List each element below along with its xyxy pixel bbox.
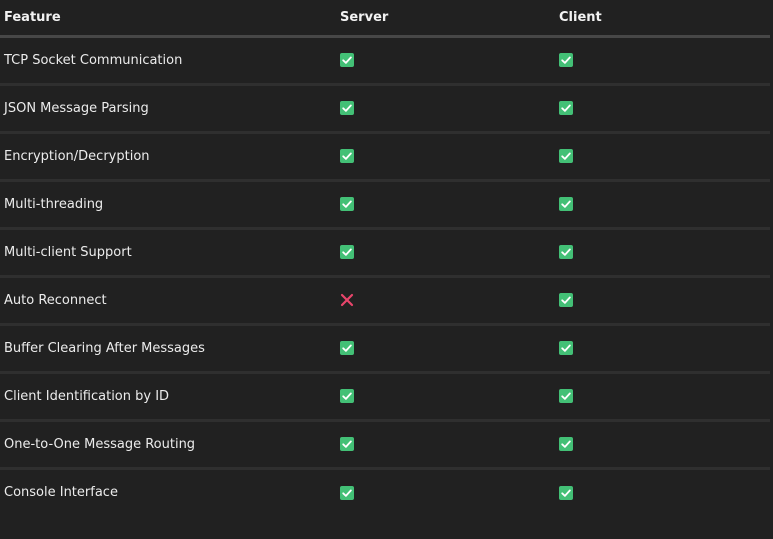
feature-comparison-table: Feature Server Client TCP Socket Communi… xyxy=(0,0,770,516)
client-cell xyxy=(555,276,770,326)
feature-cell: Multi-threading xyxy=(0,180,336,230)
client-cell xyxy=(555,84,770,134)
server-cell xyxy=(336,276,555,326)
table-row: JSON Message Parsing xyxy=(0,84,770,134)
server-cell xyxy=(336,420,555,470)
header-server: Server xyxy=(336,0,555,38)
check-mark-button-icon xyxy=(559,245,573,259)
client-cell xyxy=(555,420,770,470)
feature-cell: JSON Message Parsing xyxy=(0,84,336,134)
feature-cell: Encryption/Decryption xyxy=(0,132,336,182)
table-header-row: Feature Server Client xyxy=(0,0,770,38)
server-cell xyxy=(336,132,555,182)
check-mark-button-icon xyxy=(559,341,573,355)
header-feature: Feature xyxy=(0,0,336,38)
table-row: Client Identification by ID xyxy=(0,372,770,422)
table-row: TCP Socket Communication xyxy=(0,36,770,86)
check-mark-button-icon xyxy=(559,485,573,500)
server-cell xyxy=(336,324,555,374)
check-mark-button-icon xyxy=(559,197,573,211)
server-cell xyxy=(336,84,555,134)
server-cell xyxy=(336,228,555,278)
table-row: Console Interface xyxy=(0,468,770,516)
feature-cell: Multi-client Support xyxy=(0,228,336,278)
check-mark-button-icon xyxy=(340,101,354,115)
feature-cell: Console Interface xyxy=(4,485,118,501)
check-mark-button-icon xyxy=(340,149,354,163)
server-cell xyxy=(336,372,555,422)
table-row: Multi-threading xyxy=(0,180,770,230)
check-mark-button-icon xyxy=(559,149,573,163)
server-cell xyxy=(336,468,555,516)
check-mark-button-icon xyxy=(340,245,354,259)
check-mark-button-icon xyxy=(559,293,573,307)
feature-cell: TCP Socket Communication xyxy=(0,36,336,86)
table-row: Buffer Clearing After Messages xyxy=(0,324,770,374)
table-row: One-to-One Message Routing xyxy=(0,420,770,470)
client-cell xyxy=(555,36,770,86)
check-mark-button-icon xyxy=(340,197,354,211)
feature-cell: Buffer Clearing After Messages xyxy=(0,324,336,374)
server-cell xyxy=(336,36,555,86)
client-cell xyxy=(555,468,770,516)
client-cell xyxy=(555,372,770,422)
check-mark-button-icon xyxy=(340,437,354,451)
check-mark-button-icon xyxy=(340,53,354,67)
table-row: Auto Reconnect xyxy=(0,276,770,326)
feature-cell: One-to-One Message Routing xyxy=(0,420,336,470)
client-cell xyxy=(555,180,770,230)
check-mark-button-icon xyxy=(340,341,354,355)
check-mark-button-icon xyxy=(559,389,573,403)
check-mark-button-icon xyxy=(340,389,354,403)
table-body: TCP Socket Communication JSON Message Par… xyxy=(0,36,770,516)
feature-cell: Client Identification by ID xyxy=(0,372,336,422)
check-mark-button-icon xyxy=(340,485,354,500)
client-cell xyxy=(555,132,770,182)
client-cell xyxy=(555,324,770,374)
check-mark-button-icon xyxy=(559,101,573,115)
feature-cell: Auto Reconnect xyxy=(0,276,336,326)
cross-mark-icon xyxy=(340,293,354,307)
table-row: Encryption/Decryption xyxy=(0,132,770,182)
table-row: Multi-client Support xyxy=(0,228,770,278)
check-mark-button-icon xyxy=(559,437,573,451)
check-mark-button-icon xyxy=(559,53,573,67)
client-cell xyxy=(555,228,770,278)
server-cell xyxy=(336,180,555,230)
header-client: Client xyxy=(555,0,770,38)
